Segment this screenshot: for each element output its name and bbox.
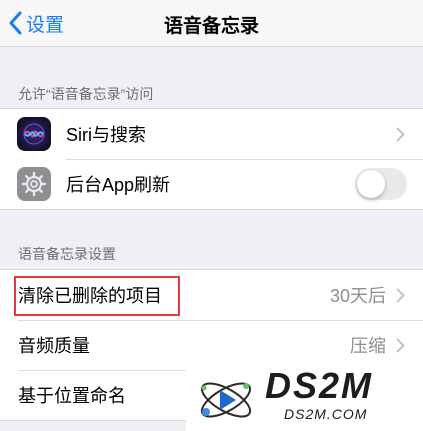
page-title: 语音备忘录 bbox=[163, 16, 259, 37]
toggle-knob bbox=[357, 170, 385, 198]
watermark-url: DS2M.COM bbox=[284, 406, 368, 422]
section-header-access: 允许“语音备忘录”访问 bbox=[18, 86, 154, 102]
row-value: 压缩 bbox=[350, 336, 386, 356]
watermark-brand: DS2M bbox=[265, 365, 374, 406]
highlight-box bbox=[14, 276, 180, 316]
row-audio-quality[interactable]: 音频质量 压缩 bbox=[0, 320, 423, 370]
background-refresh-toggle[interactable] bbox=[355, 168, 407, 200]
gear-icon bbox=[17, 167, 51, 201]
watermark-logo-icon bbox=[200, 382, 252, 418]
row-background-refresh: 后台App刷新 bbox=[0, 159, 423, 209]
chevron-right-icon bbox=[396, 338, 405, 352]
chevron-right-icon bbox=[396, 288, 405, 302]
section-header-settings: 语音备忘录设置 bbox=[18, 246, 116, 262]
chevron-right-icon bbox=[396, 127, 405, 141]
navigation-bar: 设置 语音备忘录 bbox=[0, 0, 423, 47]
siri-icon bbox=[17, 117, 51, 151]
access-group: Siri与搜索 后台App刷新 bbox=[0, 108, 423, 210]
row-value: 30天后 bbox=[329, 286, 386, 306]
row-label: 音频质量 bbox=[18, 336, 90, 356]
row-siri-search[interactable]: Siri与搜索 bbox=[0, 109, 423, 159]
row-label: 后台App刷新 bbox=[66, 175, 171, 195]
row-label: Siri与搜索 bbox=[66, 125, 146, 145]
